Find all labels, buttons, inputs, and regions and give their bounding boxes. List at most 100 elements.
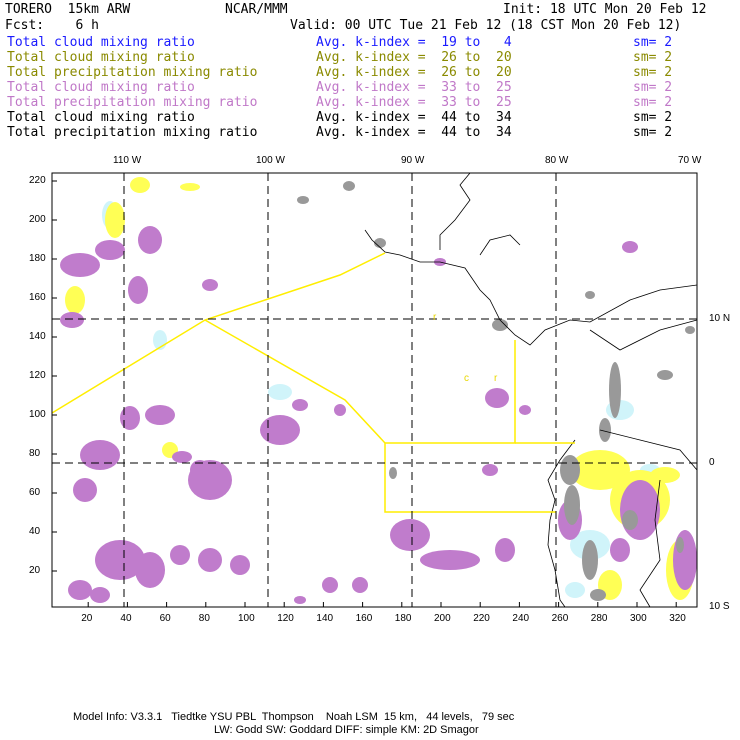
y-tick-label: 160 bbox=[29, 292, 46, 303]
coastline bbox=[439, 172, 471, 250]
purple-cloud-region bbox=[230, 555, 250, 575]
x-tick-label: 260 bbox=[551, 613, 569, 624]
purple-cloud-region bbox=[68, 580, 92, 600]
yellow-cloud-region bbox=[130, 177, 150, 193]
purple-cloud-region bbox=[622, 241, 638, 253]
x-tick-label: 100 bbox=[238, 613, 255, 624]
cyan-cloud-region bbox=[565, 582, 585, 598]
gray-cloud-region bbox=[585, 291, 595, 299]
gray-cloud-region bbox=[582, 540, 598, 580]
purple-cloud-region bbox=[673, 530, 697, 590]
y-tick-label: 60 bbox=[29, 487, 41, 498]
y-tick-label: 140 bbox=[29, 331, 46, 342]
purple-cloud-region bbox=[73, 478, 97, 502]
purple-cloud-region bbox=[610, 538, 630, 562]
latitude-label: 10 S bbox=[709, 601, 730, 612]
cyan-cloud-region bbox=[268, 384, 292, 400]
gray-cloud-region bbox=[657, 370, 673, 380]
purple-cloud-region bbox=[260, 415, 300, 445]
x-tick-label: 20 bbox=[81, 613, 93, 624]
purple-cloud-region bbox=[352, 577, 368, 593]
longitude-label: 90 W bbox=[401, 155, 425, 166]
purple-cloud-region bbox=[322, 577, 338, 593]
purple-cloud-region bbox=[90, 587, 110, 603]
y-tick-label: 20 bbox=[29, 565, 41, 576]
purple-cloud-region bbox=[135, 552, 165, 588]
x-tick-label: 60 bbox=[159, 613, 171, 624]
purple-cloud-region bbox=[620, 480, 660, 540]
y-tick-label: 180 bbox=[29, 253, 46, 264]
region-label: r bbox=[433, 312, 437, 323]
purple-cloud-region bbox=[485, 388, 509, 408]
purple-cloud-region bbox=[420, 550, 480, 570]
region-label: r bbox=[494, 373, 498, 384]
x-tick-label: 180 bbox=[394, 613, 412, 624]
gray-cloud-region bbox=[492, 319, 508, 331]
x-tick-label: 240 bbox=[512, 613, 530, 624]
purple-cloud-region bbox=[519, 405, 531, 415]
purple-cloud-region bbox=[495, 538, 515, 562]
boundary-line bbox=[204, 319, 556, 513]
y-tick-label: 80 bbox=[29, 448, 41, 459]
coastline bbox=[589, 319, 698, 351]
gray-cloud-region bbox=[622, 510, 638, 530]
x-tick-label: 220 bbox=[473, 613, 490, 624]
yellow-cloud-region bbox=[105, 202, 125, 238]
yellow-cloud-region bbox=[180, 183, 200, 191]
longitude-label: 70 W bbox=[678, 155, 702, 166]
purple-cloud-region bbox=[138, 226, 162, 254]
longitude-label: 100 W bbox=[256, 155, 285, 166]
gray-cloud-region bbox=[609, 362, 621, 418]
gray-cloud-region bbox=[297, 196, 309, 204]
y-tick-label: 100 bbox=[29, 409, 46, 420]
purple-cloud-region bbox=[120, 406, 140, 430]
latitude-label: 10 N bbox=[709, 313, 731, 324]
gray-cloud-region bbox=[389, 467, 397, 479]
yellow-cloud-region bbox=[650, 467, 680, 483]
yellow-cloud-region bbox=[65, 286, 85, 314]
gray-cloud-region bbox=[343, 181, 355, 191]
x-tick-label: 280 bbox=[590, 613, 608, 624]
coastline bbox=[364, 229, 698, 346]
purple-cloud-region bbox=[294, 596, 306, 604]
map-plot bbox=[51, 172, 698, 608]
boundary-line bbox=[51, 252, 386, 414]
footer-model-info: Model Info: V3.3.1 Tiedtke YSU PBL Thomp… bbox=[73, 711, 515, 723]
latitude-label: 0 bbox=[709, 457, 715, 468]
purple-cloud-region bbox=[202, 279, 218, 291]
purple-cloud-region bbox=[128, 276, 148, 304]
purple-cloud-region bbox=[198, 548, 222, 572]
purple-cloud-region bbox=[95, 240, 125, 260]
purple-cloud-region bbox=[60, 312, 84, 328]
longitude-label: 80 W bbox=[545, 155, 569, 166]
y-tick-label: 40 bbox=[29, 526, 41, 537]
x-tick-label: 300 bbox=[630, 613, 647, 624]
purple-cloud-region bbox=[145, 405, 175, 425]
gray-cloud-region bbox=[560, 455, 580, 485]
x-tick-label: 140 bbox=[316, 613, 334, 624]
region-label: c bbox=[464, 373, 469, 384]
purple-cloud-region bbox=[334, 404, 346, 416]
weather-map-figure: TORERO 15km ARW NCAR/MMM Init: 18 UTC Mo… bbox=[0, 0, 740, 740]
longitude-label: 110 W bbox=[113, 155, 142, 166]
x-tick-label: 120 bbox=[277, 613, 294, 624]
purple-cloud-region bbox=[172, 451, 192, 463]
gray-cloud-region bbox=[676, 537, 684, 553]
coastline bbox=[479, 234, 521, 256]
x-tick-label: 320 bbox=[669, 613, 686, 624]
gray-cloud-region bbox=[590, 589, 606, 601]
y-tick-label: 200 bbox=[29, 214, 46, 225]
gray-cloud-region bbox=[564, 485, 580, 525]
purple-cloud-region bbox=[80, 440, 120, 470]
x-tick-label: 160 bbox=[355, 613, 373, 624]
y-tick-label: 120 bbox=[29, 370, 46, 381]
purple-cloud-region bbox=[170, 545, 190, 565]
x-tick-label: 200 bbox=[434, 613, 451, 624]
purple-cloud-region bbox=[390, 519, 430, 551]
x-tick-label: 40 bbox=[120, 613, 132, 624]
purple-cloud-region bbox=[60, 253, 100, 277]
purple-cloud-region bbox=[292, 399, 308, 411]
footer-physics-info: LW: Godd SW: Goddard DIFF: simple KM: 2D… bbox=[214, 724, 479, 736]
y-tick-label: 220 bbox=[29, 175, 46, 186]
x-tick-label: 80 bbox=[198, 613, 210, 624]
